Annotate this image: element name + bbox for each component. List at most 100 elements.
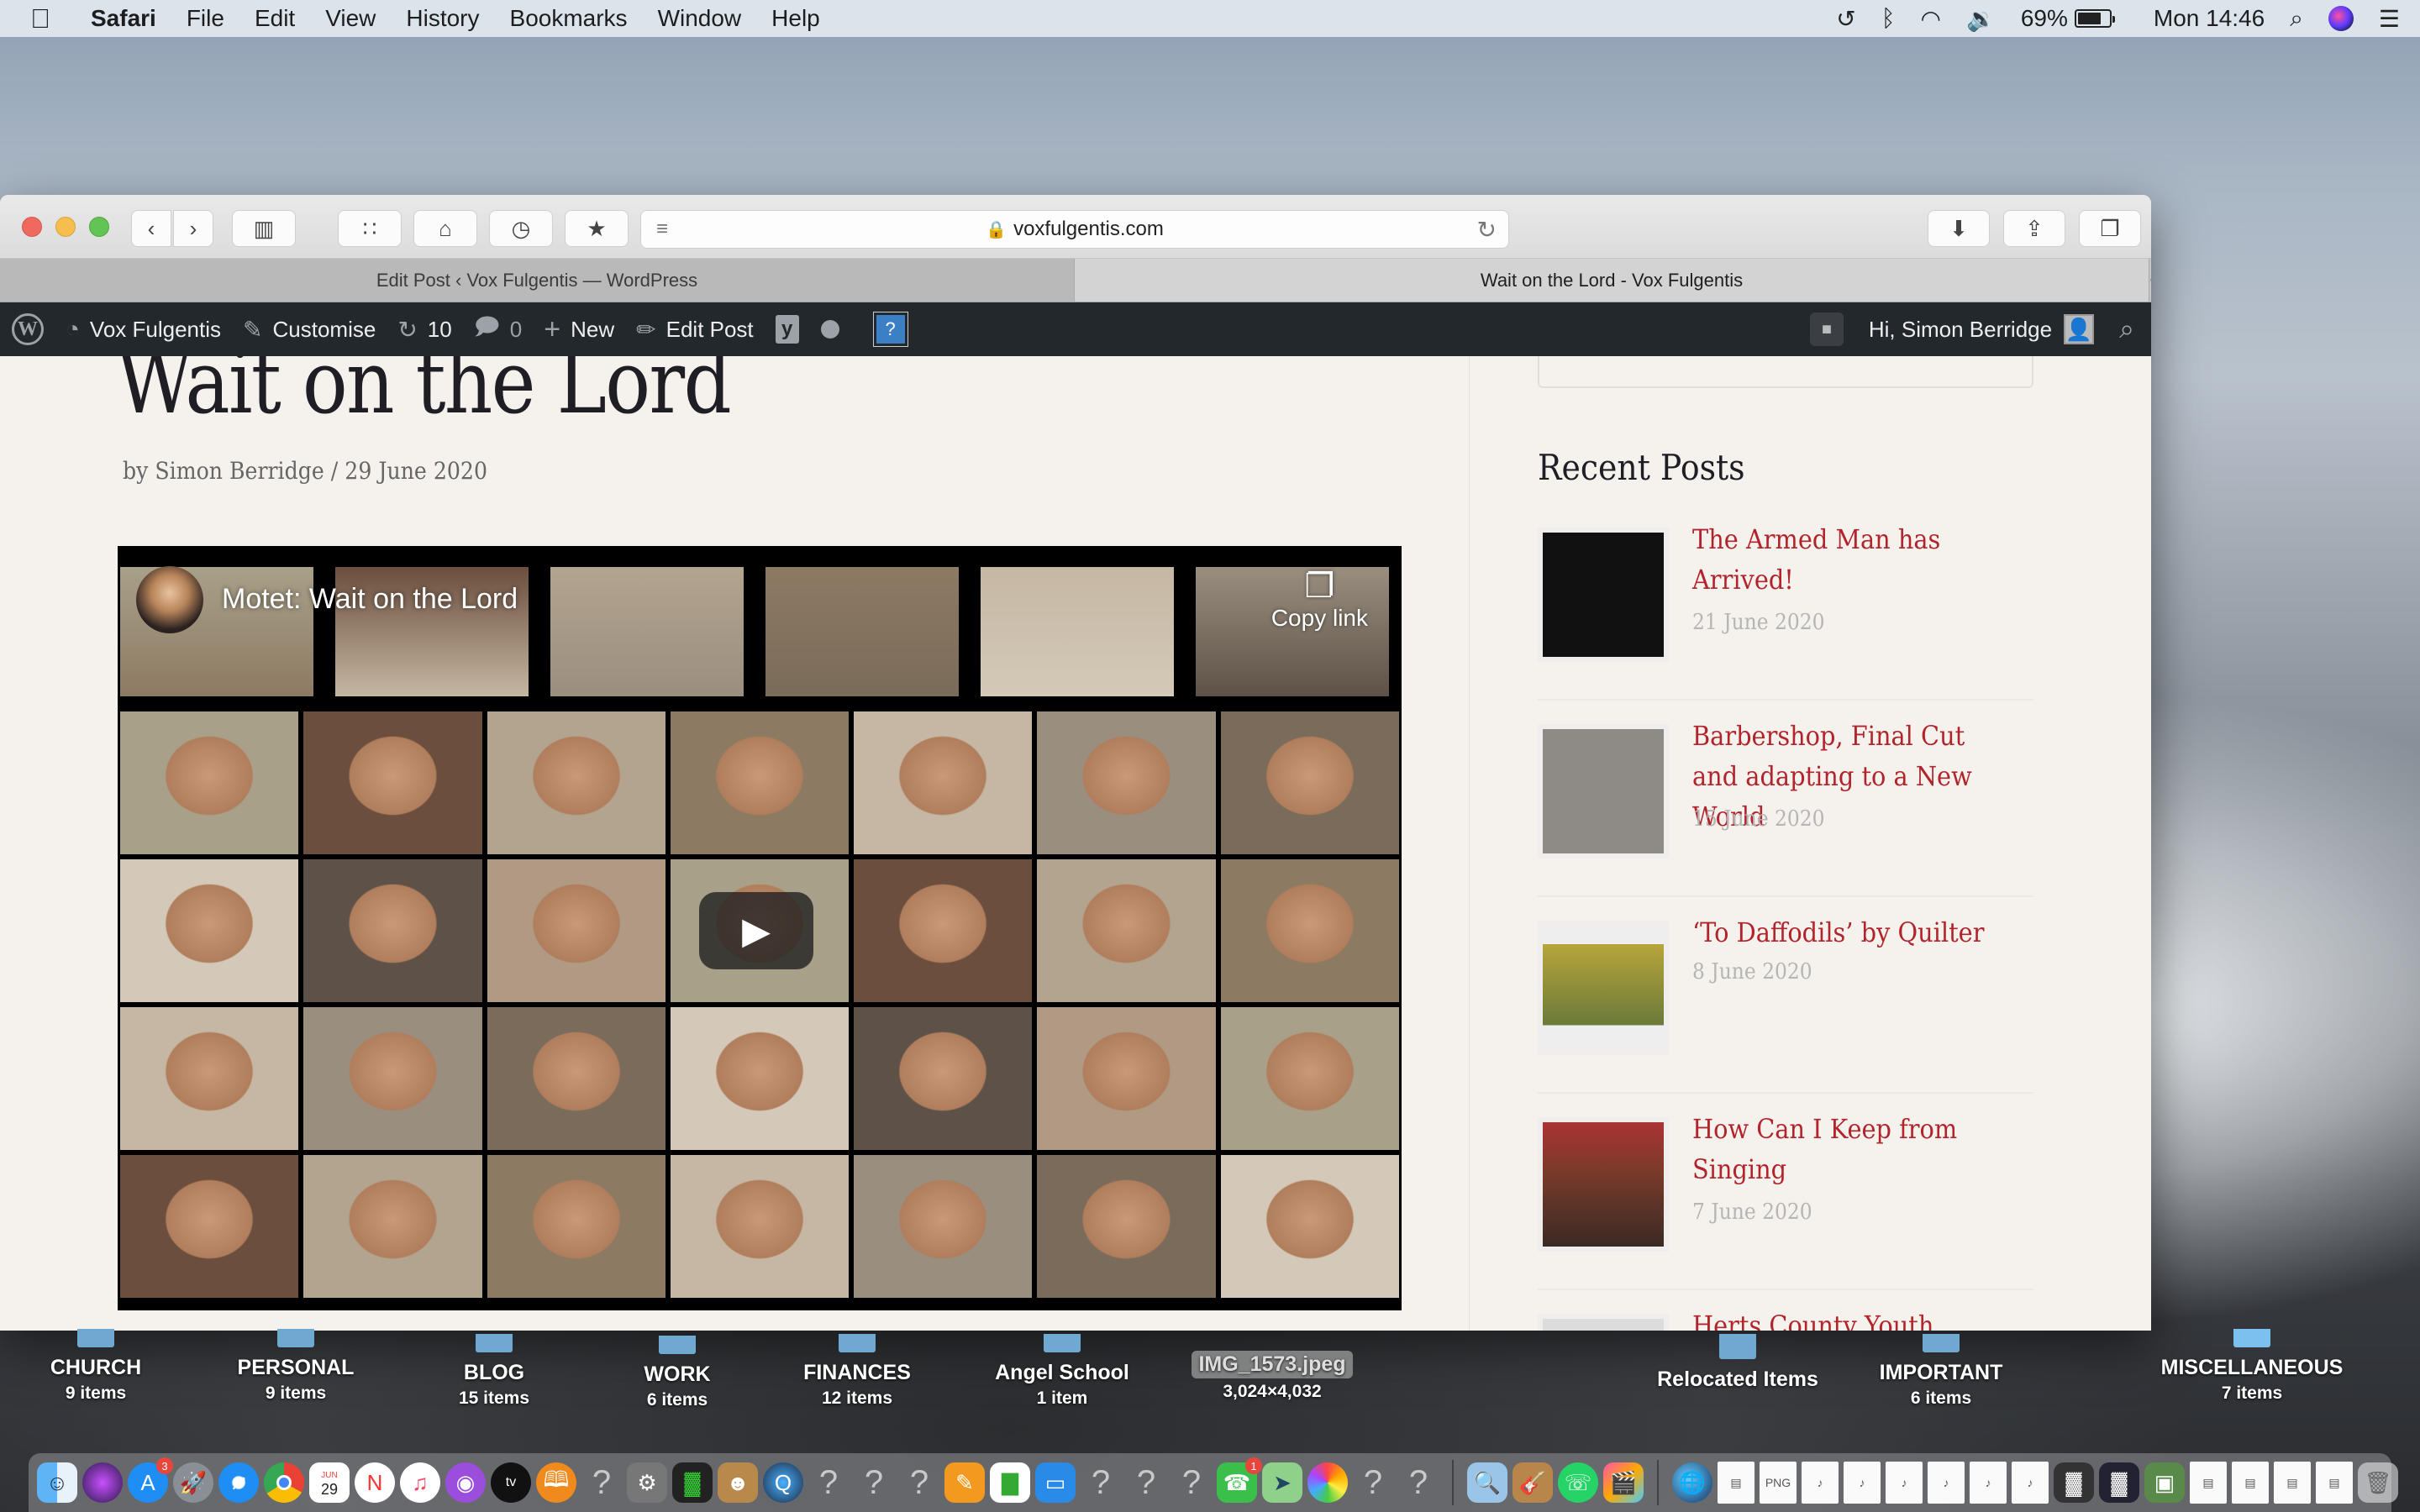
menu-edit[interactable]: Edit [255,5,295,32]
desktop-folder-personal[interactable]: PERSONAL 9 items [195,1329,397,1404]
back-button[interactable]: ‹ [131,210,171,247]
sidebar-toggle-button[interactable]: ▥ [232,210,296,247]
activity-monitor-icon[interactable]: ▓ [672,1462,713,1503]
admin-search-icon[interactable]: ⌕ [2119,313,2134,345]
apple-tv-icon[interactable]: tv [491,1462,531,1503]
admin-new[interactable]: + New [544,313,614,346]
missing-app-icon[interactable]: ? [1171,1462,1212,1503]
admin-seo-status[interactable] [820,320,839,339]
trash-icon[interactable]: 🗑 [2358,1462,2398,1503]
siri-icon[interactable] [2328,6,2354,31]
admin-edit-post[interactable]: ✏ Edit Post [636,316,754,344]
user-avatar[interactable]: 👤 [2064,314,2095,344]
sidebar-search-input[interactable] [1538,356,2033,388]
top-sites-button[interactable]: ∷ [338,210,402,247]
safari-icon[interactable]: ↗ [218,1462,259,1503]
admin-customise[interactable]: ✎ Customise [243,316,376,344]
play-button[interactable]: ▶ [699,892,813,969]
final-cut-project-icon[interactable]: ▓ [2099,1462,2139,1503]
reload-icon[interactable]: ↻ [1477,216,1497,244]
youtube-embed[interactable]: Motet: Wait on the Lord ❐ Copy link ▶ [118,546,1402,1310]
channel-avatar[interactable] [136,566,203,633]
facetime-icon[interactable]: ☎ 1 [1217,1457,1262,1503]
admin-help-button[interactable]: ? [872,312,908,347]
battery-status[interactable]: 69% [2021,5,2115,32]
recent-post-link[interactable]: ‘To Daffodils’ by Quilter [1692,912,2002,953]
post-thumbnail[interactable] [1538,1314,1669,1331]
admin-updates[interactable]: ↻ 10 [397,316,451,344]
recent-post-link[interactable]: Herts County Youth Choir Webinars [1692,1305,2002,1331]
desktop-folder-finances[interactable]: FINANCES 12 items [756,1334,958,1409]
desktop-folder-angel-school[interactable]: Angel School 1 item [961,1334,1163,1409]
bookmarks-button[interactable]: ★ [565,210,629,247]
notification-center-icon[interactable]: ☰ [2379,5,2400,33]
missing-app-icon[interactable]: ? [1353,1462,1393,1503]
png-document-icon[interactable]: PNG [1760,1462,1797,1504]
document-icon[interactable]: ▤ [1718,1462,1754,1504]
books-icon[interactable]: 🕮 [536,1462,576,1503]
menu-help[interactable]: Help [771,5,820,32]
garageband-icon[interactable]: 🎸 [1512,1462,1553,1503]
contacts-icon[interactable]: ☻ [718,1462,758,1503]
menu-history[interactable]: History [406,5,479,32]
volume-icon[interactable]: 🔉 [1966,5,1996,33]
missing-app-icon[interactable]: ? [1081,1462,1121,1503]
score-document-icon[interactable]: ♪ [1886,1462,1923,1504]
recent-post-link[interactable]: How Can I Keep from Singing [1692,1109,2002,1189]
desktop-folder-miscellaneous[interactable]: MISCELLANEOUS 7 items [2151,1329,2353,1404]
wordpress-logo-icon[interactable]: W [12,313,44,345]
menu-app-name[interactable]: Safari [91,5,156,32]
music-icon[interactable]: ♫ [400,1462,440,1503]
tab-wait-on-the-lord[interactable]: Wait on the Lord - Vox Fulgentis [1075,259,2149,302]
apple-menu-icon[interactable]:  [30,3,67,34]
recent-post-link[interactable]: The Armed Man has Arrived! [1692,519,2002,600]
copy-link-button[interactable]: ❐ Copy link [1271,568,1368,632]
forward-button[interactable]: › [173,210,213,247]
whatsapp-file-icon[interactable]: ▤ [2190,1462,2227,1504]
desktop-file-img-1573[interactable]: IMG_1573.jpeg 3,024×4,032 [1171,1351,1373,1402]
missing-app-icon[interactable]: ? [808,1462,849,1503]
missing-app-icon[interactable]: ? [899,1462,939,1503]
history-button[interactable]: ◷ [489,210,553,247]
admin-comments[interactable]: 🗩 0 [474,309,523,349]
menu-view[interactable]: View [325,5,376,32]
share-button[interactable]: ⇪ [2003,210,2065,247]
score-document-icon[interactable]: ♪ [1802,1462,1839,1504]
chrome-icon[interactable] [264,1462,304,1503]
news-icon[interactable]: N [355,1462,395,1503]
admin-site-name[interactable]: ◔ Vox Fulgentis [66,316,221,343]
clock[interactable]: Mon 14:46 [2154,5,2265,32]
tab-overview-button[interactable]: ❐ [2079,210,2141,247]
score-document-icon[interactable]: ♪ [1970,1462,2007,1504]
missing-app-icon[interactable]: ? [581,1462,622,1503]
reader-view-icon[interactable]: ≡ [656,218,668,241]
podcasts-icon[interactable]: ◉ [445,1462,486,1503]
preview-icon[interactable]: 🔍 [1467,1462,1507,1503]
final-cut-pro-icon[interactable]: 🎬 [1603,1462,1644,1503]
system-preferences-icon[interactable]: ⚙ [627,1462,667,1503]
downloads-button[interactable]: ⬇ [1928,210,1990,247]
bluetooth-icon[interactable]: ᛒ [1881,5,1896,32]
admin-yoast[interactable]: y [775,315,799,344]
app-store-icon[interactable]: A3 [128,1457,173,1503]
tab-edit-post[interactable]: Edit Post ‹ Vox Fulgentis — WordPress [0,259,1075,302]
menu-bookmarks[interactable]: Bookmarks [510,5,628,32]
menu-file[interactable]: File [187,5,224,32]
calendar-icon[interactable]: JUN 29 [309,1462,350,1503]
score-document-icon[interactable]: ♪ [2012,1462,2049,1504]
photos-icon[interactable] [1307,1462,1348,1503]
minimize-window-button[interactable] [55,217,76,237]
chrome-file-icon[interactable]: ▤ [2232,1462,2269,1504]
calendar-file-icon[interactable]: ▤ [2274,1462,2311,1504]
missing-app-icon[interactable]: ? [1398,1462,1439,1503]
desktop-folder-work[interactable]: WORK 6 items [576,1336,778,1410]
post-thumbnail[interactable] [1538,921,1669,1055]
network-globe-icon[interactable]: 🌐 [1672,1462,1712,1503]
quicktime-icon[interactable]: Q [763,1462,803,1503]
post-thumbnail[interactable] [1538,528,1669,662]
desktop-folder-blog[interactable]: BLOG 15 items [393,1334,595,1409]
score-document-icon[interactable]: ♪ [1928,1462,1965,1504]
missing-app-icon[interactable]: ? [1126,1462,1166,1503]
whatsapp-icon[interactable]: ☏ [1558,1462,1598,1503]
home-button[interactable]: ⌂ [413,210,477,247]
